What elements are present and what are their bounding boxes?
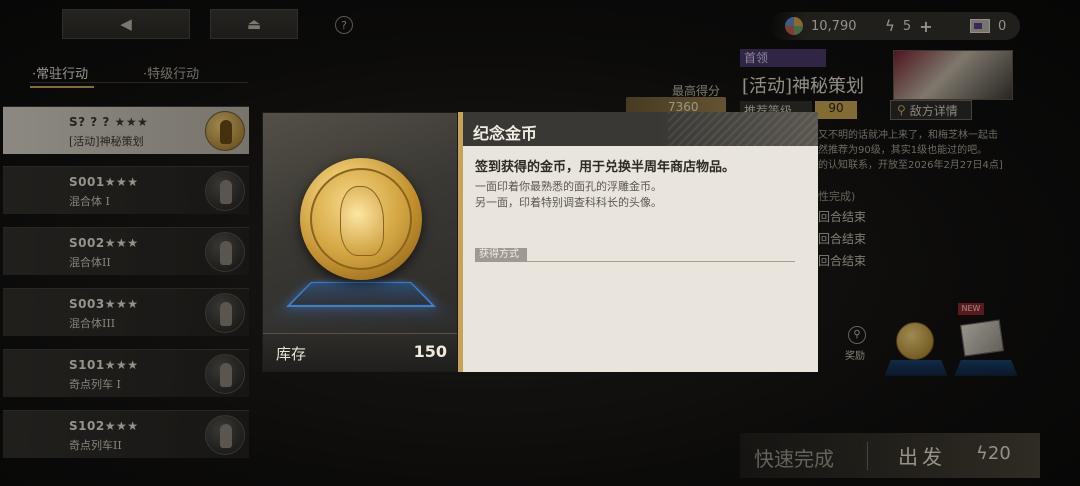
display-platform	[285, 281, 437, 308]
item-title: 纪念金币	[473, 124, 538, 143]
item-preview-panel: 库存 150	[262, 112, 458, 372]
stock-value: 150	[413, 342, 447, 361]
item-flavor-text: 一面印着你最熟悉的面孔的浮雕金币。	[475, 180, 662, 193]
item-info-panel: 纪念金币 签到获得的金币，用于兑换半周年商店物品。 一面印着你最熟悉的面孔的浮雕…	[463, 112, 818, 372]
item-header: 纪念金币	[463, 112, 818, 146]
item-main-description: 签到获得的金币，用于兑换半周年商店物品。	[475, 160, 736, 175]
source-label: 获得方式	[475, 248, 527, 262]
item-flavor-text: 另一面，印着特别调查科科长的头像。	[475, 196, 662, 209]
stock-label: 库存	[276, 345, 307, 363]
stock-bar: 库存 150	[263, 333, 457, 371]
commemorative-coin-icon	[300, 158, 422, 280]
